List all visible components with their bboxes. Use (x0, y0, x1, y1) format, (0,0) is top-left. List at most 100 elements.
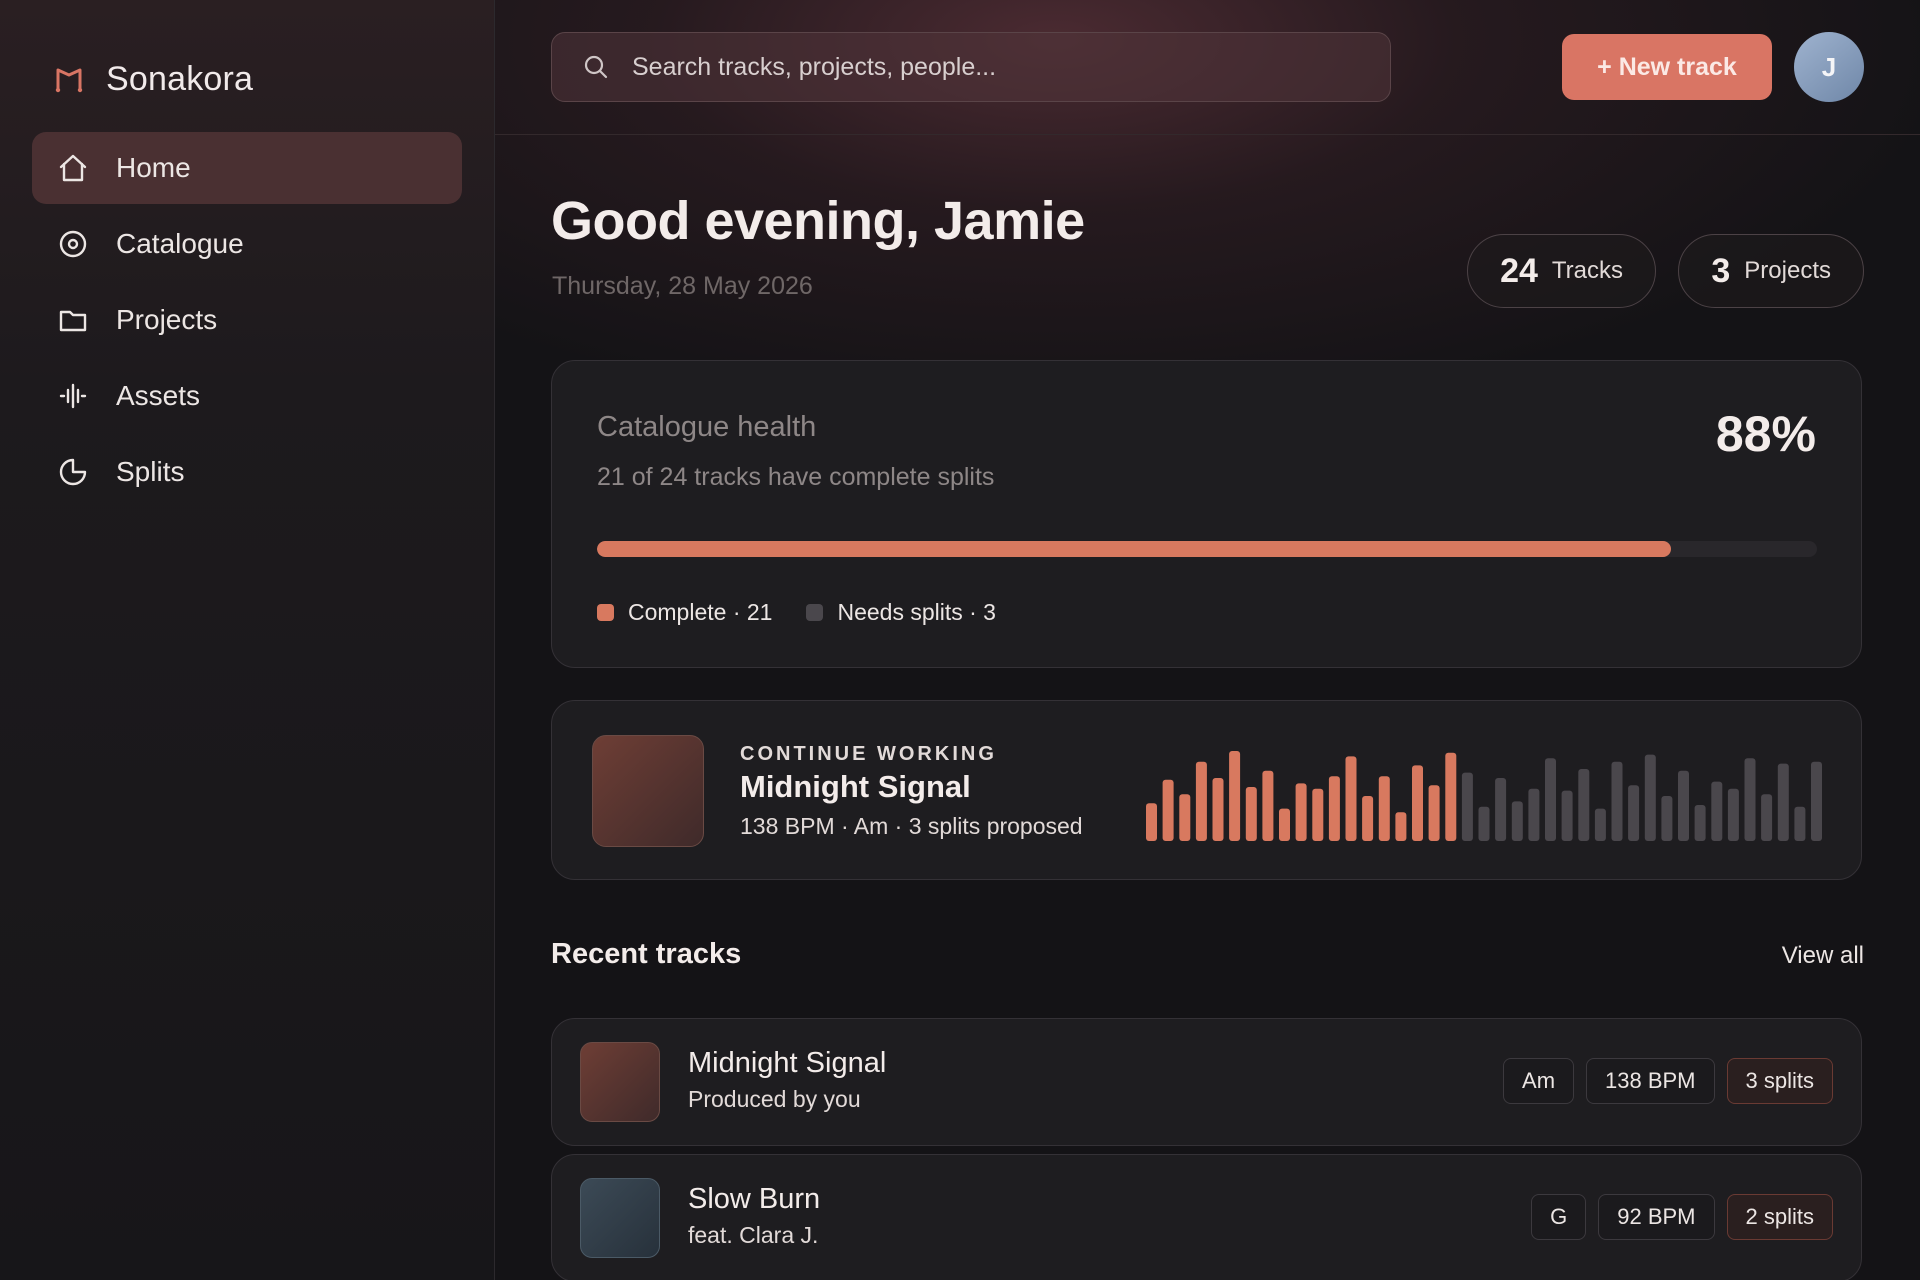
pie-chart-icon (56, 455, 90, 489)
track-artwork (580, 1178, 660, 1258)
track-waveform[interactable] (1146, 741, 1822, 841)
brand[interactable]: Sonakora (32, 40, 462, 118)
waveform-bar (1511, 801, 1523, 841)
sidebar-item-label: Catalogue (116, 228, 244, 259)
splits-chip[interactable]: 2 splits (1726, 1194, 1833, 1240)
waveform-bar (1811, 761, 1822, 841)
view-all-link[interactable]: View all (1782, 942, 1864, 970)
health-title: Catalogue health (597, 411, 817, 443)
waveform-bar (1761, 794, 1773, 841)
recent-tracks-heading: Recent tracks (551, 938, 742, 970)
waveform-bar (1461, 772, 1473, 841)
search-input[interactable] (632, 52, 1372, 82)
stat-label: Tracks (1551, 257, 1623, 284)
sidebar-item-label: Assets (116, 380, 201, 411)
bpm-chip: 138 BPM (1586, 1058, 1715, 1104)
sidebar-item-splits[interactable]: Splits (32, 436, 462, 508)
waveform-bar (1644, 754, 1656, 841)
bpm-chip: 92 BPM (1598, 1194, 1715, 1240)
health-progress-bar (597, 541, 1817, 557)
continue-working-card[interactable]: CONTINUE WORKING Midnight Signal 138 BPM… (551, 700, 1862, 880)
disc-icon (56, 227, 90, 261)
health-progress-fill (597, 541, 1671, 557)
waveform-bar (1545, 758, 1556, 841)
waveform-bar (1561, 790, 1573, 841)
top-bar: + New track J (495, 0, 1920, 135)
track-subtitle: Produced by you (688, 1086, 861, 1112)
track-chips: Am 138 BPM 3 splits (1503, 1058, 1833, 1104)
legend-swatch (597, 604, 614, 621)
sidebar-item-label: Home (116, 152, 191, 183)
current-date: Thursday, 28 May 2026 (552, 272, 813, 300)
waveform-bar (1395, 812, 1407, 841)
waveform-bar (1711, 781, 1723, 841)
sidebar: Sonakora Home Catalogue Projects Assets … (0, 0, 495, 1280)
search-icon (584, 55, 608, 79)
page-title: Good evening, Jamie (551, 191, 1085, 251)
track-chips: G 92 BPM 2 splits (1531, 1194, 1833, 1240)
sidebar-item-home[interactable]: Home (32, 132, 462, 204)
splits-chip[interactable]: 3 splits (1726, 1058, 1833, 1104)
catalogue-health-card: Catalogue health 21 of 24 tracks have co… (551, 360, 1862, 668)
waveform-bar (1179, 794, 1191, 841)
stat-label: Projects (1744, 257, 1831, 284)
track-artwork (580, 1042, 660, 1122)
stat-value: 3 (1711, 251, 1731, 290)
home-icon (56, 151, 90, 185)
track-title: Slow Burn (688, 1183, 821, 1215)
track-row[interactable]: Midnight Signal Produced by you Am 138 B… (551, 1018, 1862, 1146)
health-subtitle: 21 of 24 tracks have complete splits (597, 463, 995, 491)
continue-working-label: CONTINUE WORKING (740, 743, 997, 765)
waveform-bar (1312, 788, 1324, 841)
track-subtitle: feat. Clara J. (688, 1222, 819, 1248)
new-track-button[interactable]: + New track (1562, 34, 1772, 100)
waveform-bar (1777, 763, 1789, 841)
avatar[interactable]: J (1794, 32, 1864, 102)
track-artwork (592, 735, 704, 847)
sidebar-item-catalogue[interactable]: Catalogue (32, 208, 462, 280)
search-box[interactable] (551, 32, 1391, 102)
track-title: Midnight Signal (688, 1047, 887, 1079)
waveform-bar (1528, 788, 1540, 841)
waveform-bar (1212, 778, 1224, 841)
track-row[interactable]: Slow Burn feat. Clara J. G 92 BPM 2 spli… (551, 1154, 1862, 1280)
waveform-bar (1628, 785, 1640, 841)
sidebar-item-assets[interactable]: Assets (32, 360, 462, 432)
legend-complete: Complete · 21 (597, 599, 772, 626)
stat-value: 24 (1500, 251, 1538, 290)
key-chip: G (1531, 1194, 1587, 1240)
waveform-bar (1727, 788, 1739, 841)
key-chip: Am (1503, 1058, 1575, 1104)
continue-track-meta: 138 BPM · Am · 3 splits proposed (740, 813, 1083, 839)
continue-track-title: Midnight Signal (740, 769, 971, 804)
sidebar-item-label: Projects (116, 304, 218, 335)
waveform-bar (1744, 758, 1756, 841)
waveform-bar (1162, 779, 1174, 841)
waveform-bar (1378, 776, 1390, 841)
waveform-bar (1279, 808, 1290, 841)
sidebar-item-projects[interactable]: Projects (32, 284, 462, 356)
waveform-bar (1478, 806, 1490, 841)
sidebar-item-label: Splits (116, 456, 185, 487)
waveform-bar (1428, 785, 1440, 841)
waveform-bar (1578, 769, 1590, 841)
legend-needs-splits: Needs splits · 3 (806, 599, 996, 626)
legend-label: Needs splits · 3 (837, 599, 996, 625)
waveform-bar (1262, 770, 1274, 841)
main-content: + New track J Good evening, Jamie Thursd… (495, 0, 1920, 1280)
health-percent: 88% (1715, 406, 1816, 462)
projects-stat[interactable]: 3 Projects (1678, 234, 1864, 308)
waveform-bar (1611, 761, 1623, 841)
waveform-bar (1195, 761, 1207, 841)
waveform-bar (1229, 751, 1241, 841)
waveform-bar (1594, 808, 1606, 841)
tracks-stat[interactable]: 24 Tracks (1467, 234, 1656, 308)
waveform-bar (1445, 752, 1457, 841)
legend-swatch (806, 604, 824, 621)
waveform-bar (1412, 765, 1423, 841)
waveform-bar (1362, 796, 1374, 841)
waveform-bar (1345, 756, 1357, 841)
waveform-bar (1295, 783, 1307, 841)
waveform-bar (1661, 796, 1673, 841)
brand-name: Sonakora (106, 59, 254, 98)
